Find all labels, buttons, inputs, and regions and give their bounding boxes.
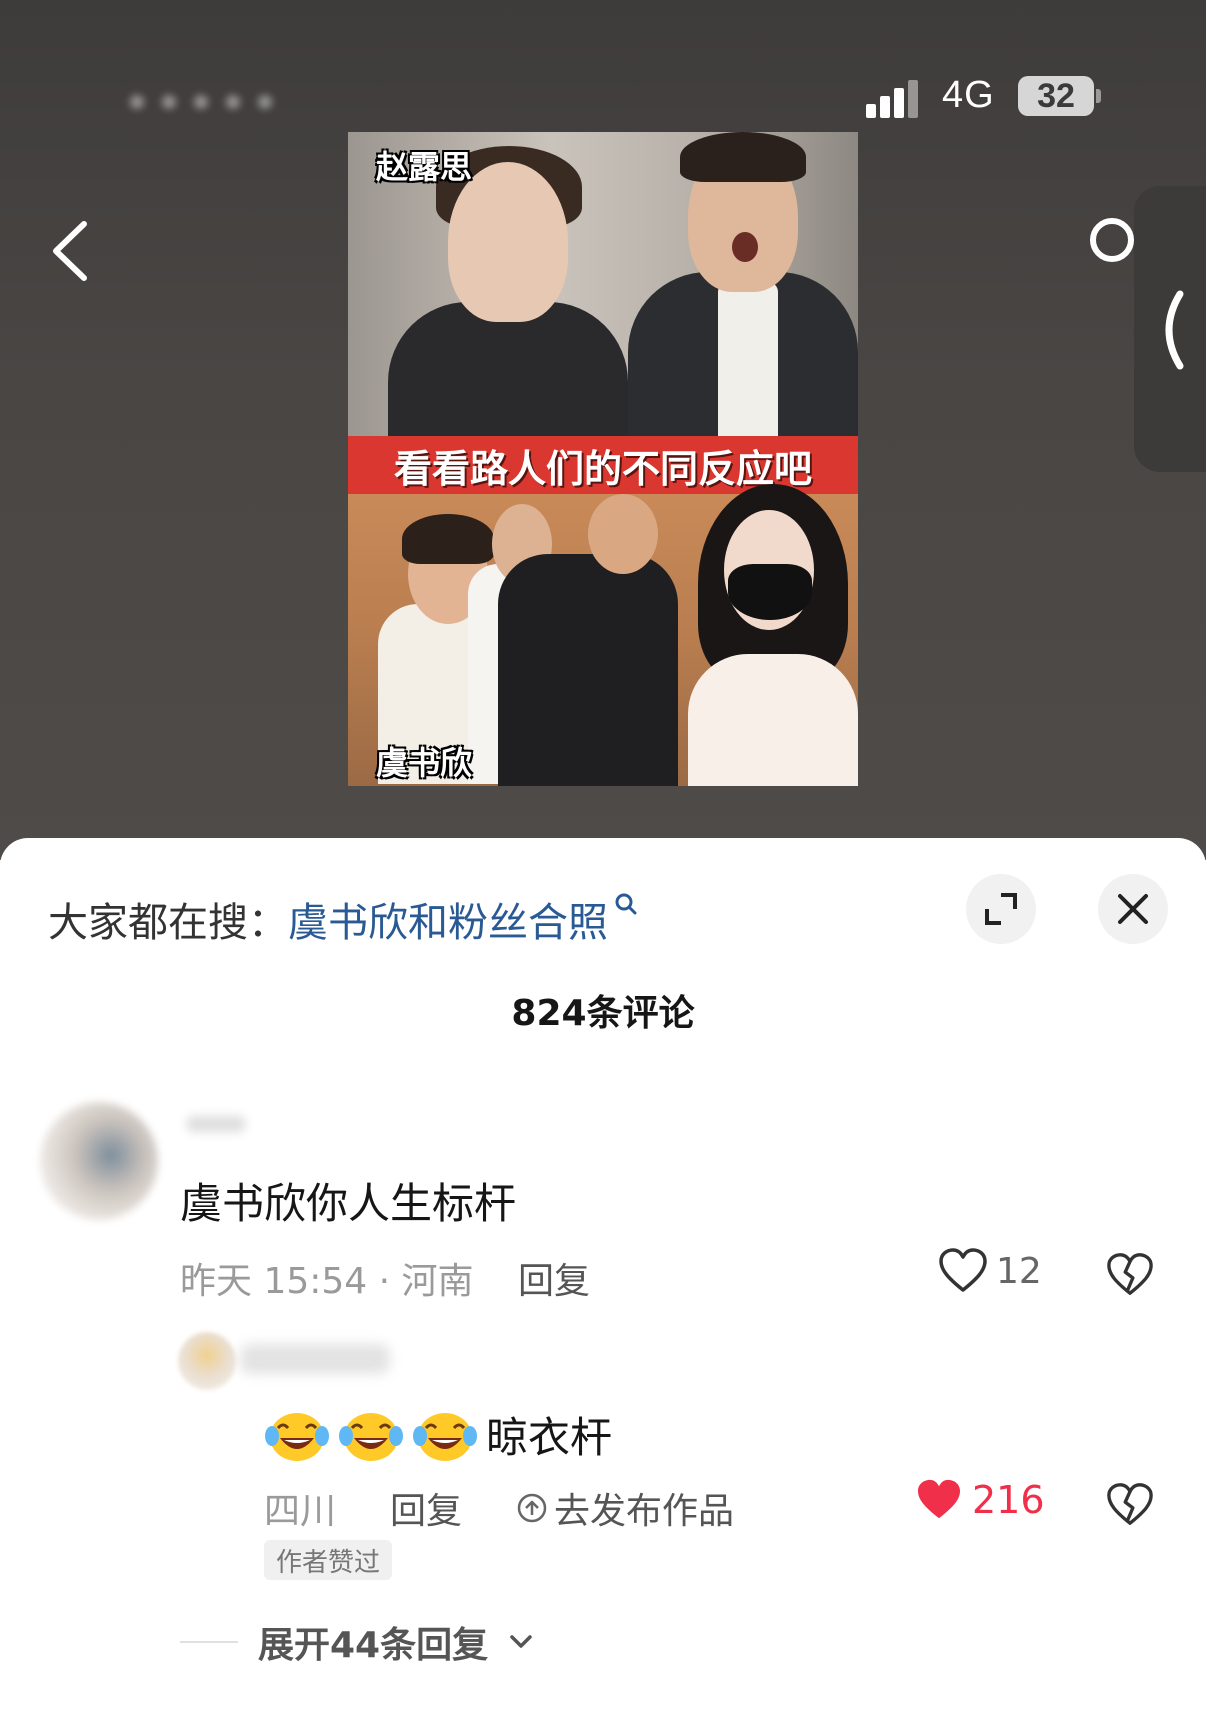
broken-heart-icon bbox=[1107, 1483, 1153, 1525]
avatar[interactable] bbox=[40, 1102, 158, 1220]
search-small-icon bbox=[614, 892, 638, 923]
video-name-label-top: 赵露思 bbox=[376, 148, 473, 186]
author-liked-badge: 作者赞过 bbox=[264, 1540, 393, 1580]
reply-dislike-button[interactable] bbox=[1106, 1482, 1154, 1528]
video-area: 4G 32 赵露思 看看路人们的不同反应吧 虞书欣 bbox=[0, 0, 1206, 860]
laughing-crying-emoji bbox=[338, 1406, 404, 1464]
publish-work-label: 去发布作品 bbox=[554, 1491, 735, 1532]
laughing-crying-emoji bbox=[264, 1406, 330, 1464]
expand-replies-button[interactable]: 展开44条回复 bbox=[180, 1616, 534, 1668]
reply-like-button[interactable]: 216 bbox=[916, 1478, 1045, 1522]
divider-line bbox=[180, 1641, 238, 1643]
battery-indicator: 32 bbox=[1018, 76, 1094, 116]
like-count: 12 bbox=[996, 1250, 1042, 1292]
heart-icon bbox=[939, 1248, 987, 1292]
video-frame[interactable]: 赵露思 看看路人们的不同反应吧 虞书欣 bbox=[348, 132, 858, 786]
reply-button[interactable]: 回复 bbox=[518, 1252, 590, 1304]
network-label: 4G bbox=[942, 74, 995, 116]
upload-icon bbox=[517, 1493, 547, 1523]
expand-button[interactable] bbox=[966, 874, 1036, 944]
reply-comment-text: 晾衣杆 bbox=[486, 1413, 613, 1462]
signal-icon bbox=[866, 78, 922, 118]
comment-count-title: 824条评论 bbox=[511, 993, 695, 1034]
laughing-crying-emoji bbox=[412, 1406, 478, 1464]
heart-filled-icon bbox=[918, 1479, 960, 1519]
status-time-blurred bbox=[130, 88, 310, 116]
back-arrow-icon bbox=[53, 221, 87, 281]
expand-icon bbox=[985, 893, 1017, 925]
close-icon bbox=[1118, 894, 1148, 924]
battery-tip bbox=[1096, 89, 1101, 103]
dislike-button[interactable] bbox=[1106, 1252, 1154, 1298]
reply-reply-button[interactable]: 回复 bbox=[390, 1482, 462, 1534]
reply-meta: 四川 bbox=[264, 1491, 337, 1532]
reply-username-blurred[interactable] bbox=[240, 1344, 390, 1374]
username-blurred[interactable] bbox=[186, 1116, 246, 1132]
like-button[interactable]: 12 bbox=[938, 1248, 1042, 1294]
comment-meta: 昨天 15:54 · 河南 bbox=[180, 1261, 474, 1302]
expand-replies-label: 展开44条回复 bbox=[258, 1625, 489, 1666]
publish-work-button[interactable]: 去发布作品 bbox=[516, 1482, 734, 1534]
comment-text: 虞书欣你人生标杆 bbox=[180, 1179, 517, 1228]
reply-comment: 晾衣杆 bbox=[264, 1404, 612, 1465]
reply-like-count: 216 bbox=[972, 1478, 1045, 1522]
chevron-down-icon bbox=[510, 1635, 532, 1648]
broken-heart-icon bbox=[1107, 1253, 1153, 1295]
hot-search-prefix: 大家都在搜： bbox=[48, 900, 288, 946]
hot-search-query-link[interactable]: 虞书欣和粉丝合照 bbox=[288, 890, 608, 948]
close-button[interactable] bbox=[1098, 874, 1168, 944]
comments-sheet: 大家都在搜： 虞书欣和粉丝合照 824条评论 虞书欣你人生标杆 昨天 15:54… bbox=[0, 838, 1206, 1729]
side-panel-chevron-icon[interactable] bbox=[1150, 288, 1190, 372]
reply-avatar[interactable] bbox=[178, 1332, 236, 1390]
hot-search-bar[interactable]: 大家都在搜： 虞书欣和粉丝合照 bbox=[48, 890, 638, 948]
video-name-label-bottom: 虞书欣 bbox=[376, 744, 473, 782]
back-button[interactable] bbox=[44, 216, 98, 286]
